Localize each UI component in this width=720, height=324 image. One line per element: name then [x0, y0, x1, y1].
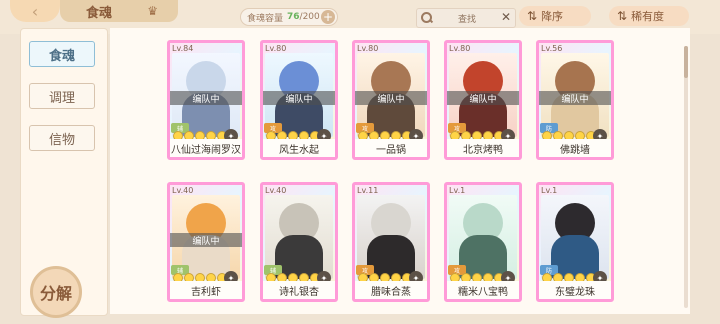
card-level: Lv.40: [172, 186, 194, 195]
card-name: 糯米八宝鸭: [447, 281, 519, 299]
tab-conditioning[interactable]: 调理: [29, 83, 95, 109]
capacity-indicator: 食魂容量 76 /200 +: [240, 8, 338, 26]
sort-label: 降序: [541, 10, 564, 23]
card-item[interactable]: Lv.80 编队中 攻 ✦ 北京烤鸭: [444, 40, 522, 160]
card-name: 佛跳墙: [539, 139, 611, 157]
card-level: Lv.40: [265, 186, 287, 195]
team-tag: 编队中: [355, 91, 427, 105]
card-level: Lv.80: [357, 44, 379, 53]
team-tag: 编队中: [539, 91, 611, 105]
tab-food-souls[interactable]: 食魂: [29, 41, 95, 67]
capacity-max: /200: [299, 12, 320, 22]
card-level: Lv.56: [541, 44, 563, 53]
card-name: 一品锅: [355, 139, 427, 157]
back-button[interactable]: ‹: [10, 0, 60, 22]
card-name: 风生水起: [263, 139, 335, 157]
back-arrow-icon: ‹: [31, 1, 39, 21]
card-level: Lv.84: [172, 44, 194, 53]
card-item[interactable]: Lv.56 编队中 防 ✦ 佛跳墙: [536, 40, 614, 160]
decompose-label: 分解: [39, 284, 72, 303]
close-icon[interactable]: ✕: [501, 10, 511, 24]
search-label: 查找: [458, 14, 477, 25]
page-title: 食魂: [86, 5, 113, 21]
card-level: Lv.1: [449, 186, 466, 195]
card-item[interactable]: Lv.1 攻 ✦ 糯米八宝鸭: [444, 182, 522, 302]
card-name: 吉利虾: [170, 281, 242, 299]
capacity-current: 76: [287, 12, 300, 22]
tab-label: 信物: [48, 132, 75, 148]
card-name: 腊味合蒸: [355, 281, 427, 299]
card-level: Lv.1: [541, 186, 558, 195]
rarity-filter-button[interactable]: ⇅ 稀有度: [609, 6, 689, 26]
card-level: Lv.80: [265, 44, 287, 53]
tab-tokens[interactable]: 信物: [29, 125, 95, 151]
card-item[interactable]: Lv.80 编队中 攻 ✦ 一品锅: [352, 40, 430, 160]
team-tag: 编队中: [170, 91, 242, 105]
card-name: 北京烤鸭: [447, 139, 519, 157]
card-item[interactable]: Lv.11 攻 ✦ 腊味合蒸: [352, 182, 430, 302]
card-name: 东璧龙珠: [539, 281, 611, 299]
card-level: Lv.80: [449, 44, 471, 53]
decompose-button[interactable]: 分解: [30, 266, 82, 318]
card-item[interactable]: Lv.80 编队中 攻 ✦ 风生水起: [260, 40, 338, 160]
sort-order-button[interactable]: ⇅ 降序: [519, 6, 591, 26]
search-icon: [420, 11, 434, 25]
card-item[interactable]: Lv.1 防 ✦ 东璧龙珠: [536, 182, 614, 302]
card-name: 八仙过海闹罗汉: [170, 139, 242, 157]
card-item[interactable]: Lv.40 编队中 辅 ✦ 吉利虾: [167, 182, 245, 302]
card-name: 诗礼银杏: [263, 281, 335, 299]
add-capacity-button[interactable]: +: [321, 10, 335, 24]
card-item[interactable]: Lv.40 辅 ✦ 诗礼银杏: [260, 182, 338, 302]
card-level: Lv.11: [357, 186, 379, 195]
team-tag: 编队中: [263, 91, 335, 105]
capacity-label: 食魂容量: [247, 13, 284, 24]
scrollbar-track[interactable]: [684, 46, 688, 308]
scrollbar-thumb[interactable]: [684, 46, 688, 78]
search-box[interactable]: 查找 ✕: [416, 8, 516, 28]
sort-icon: ⇅: [617, 9, 628, 23]
page-title-tab: 食魂 ♛: [60, 0, 178, 22]
card-item[interactable]: Lv.84 编队中 辅 ✦ 八仙过海闹罗汉: [167, 40, 245, 160]
sort-icon: ⇅: [527, 9, 538, 23]
crown-icon: ♛: [147, 4, 158, 18]
tab-label: 调理: [48, 90, 75, 106]
rarity-label: 稀有度: [631, 10, 665, 23]
team-tag: 编队中: [170, 233, 242, 247]
tab-label: 食魂: [48, 48, 75, 64]
team-tag: 编队中: [447, 91, 519, 105]
